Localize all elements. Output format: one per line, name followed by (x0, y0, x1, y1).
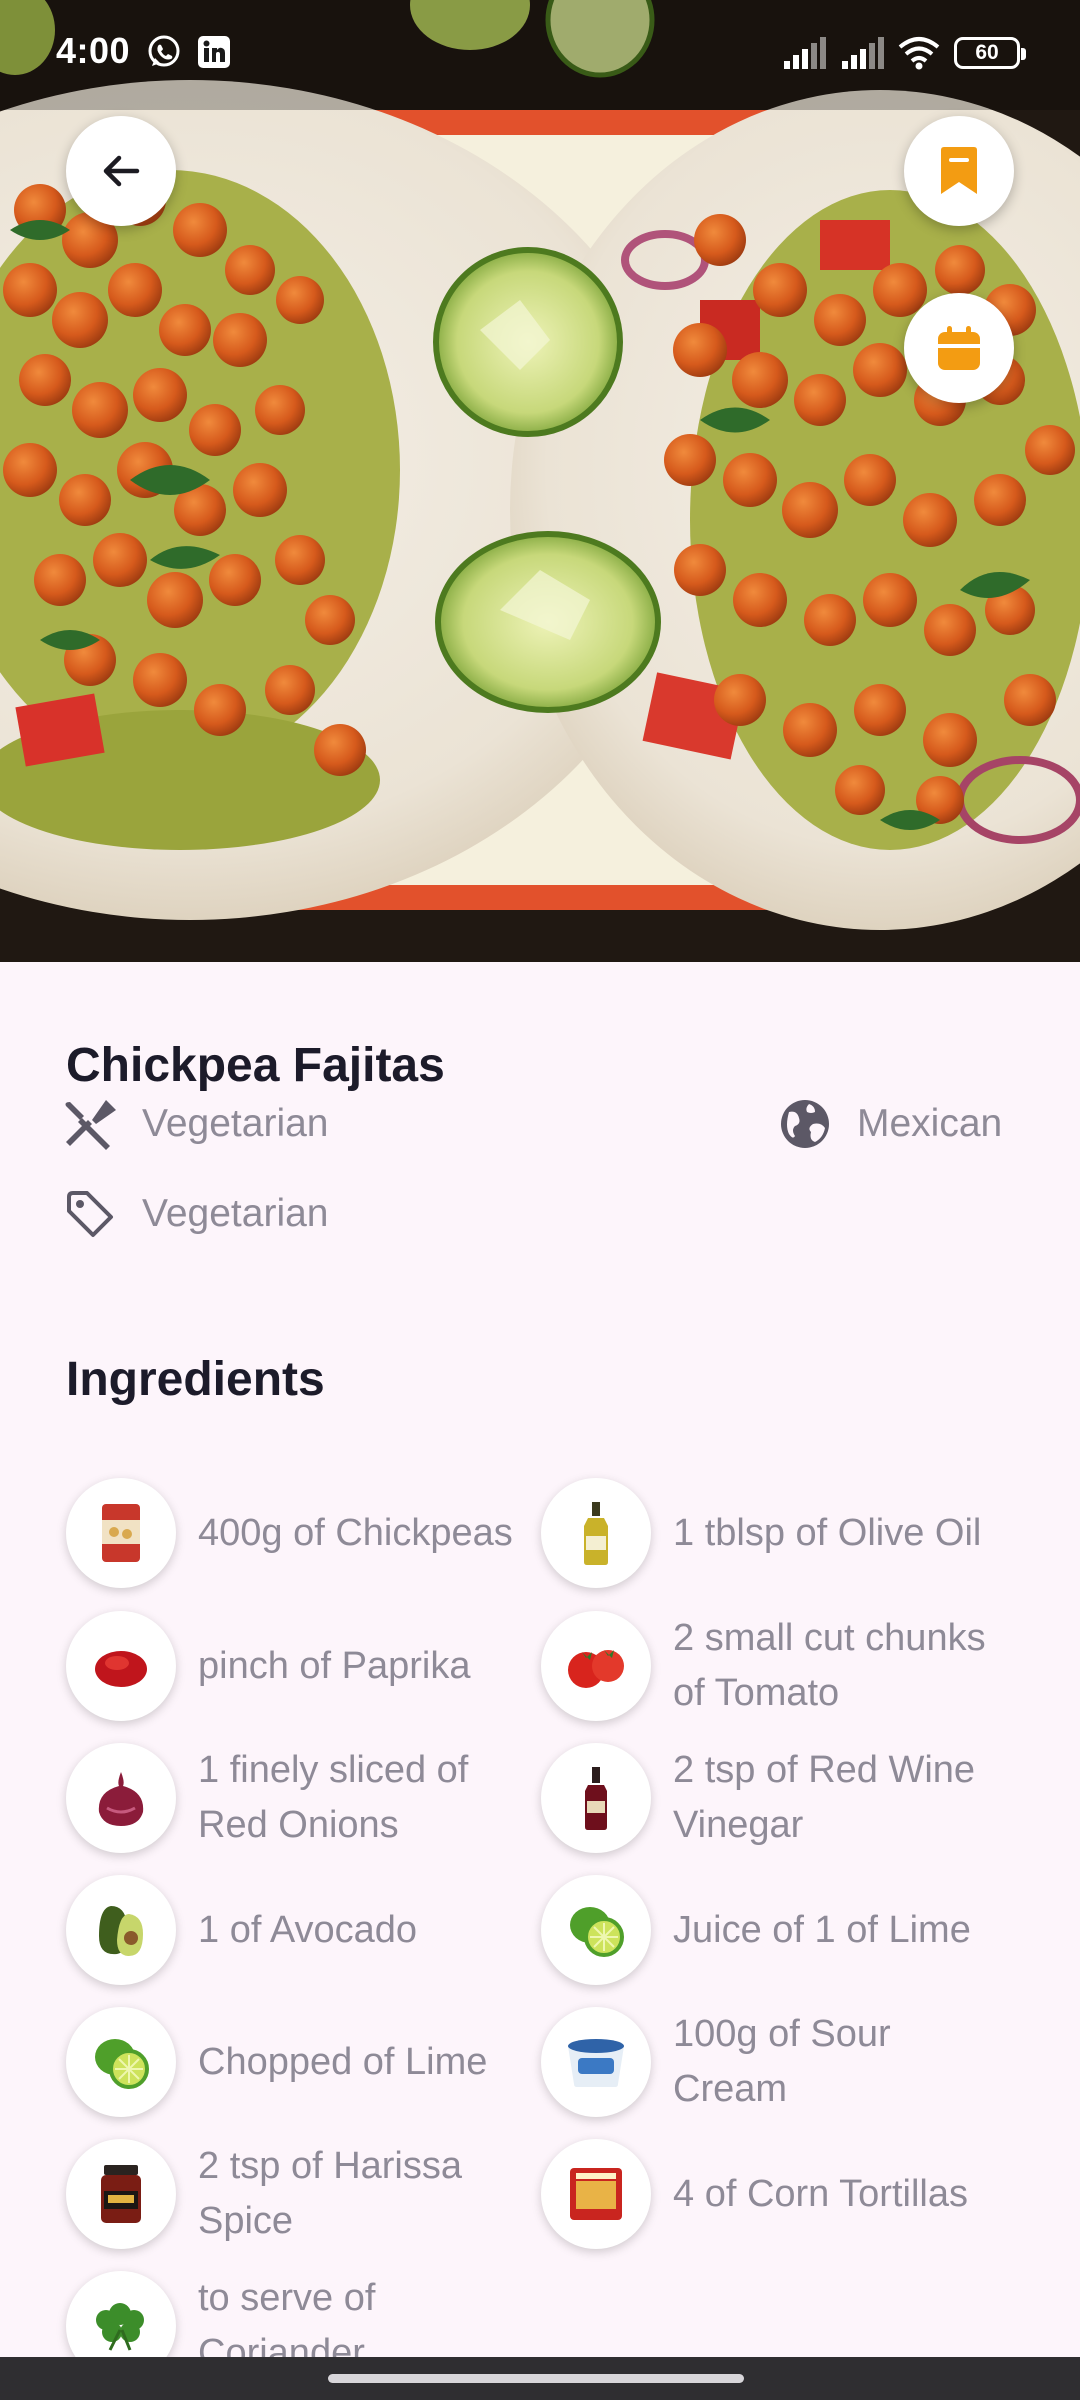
ingredient-text: 1 finely sliced of Red Onions (198, 1749, 469, 1846)
battery-icon: 60 (954, 37, 1026, 69)
recipe-tag: Vegetarian (62, 1186, 329, 1242)
coriander-icon (66, 2271, 176, 2357)
status-bar: 4:00 60 (0, 0, 1080, 108)
battery-level: 60 (975, 41, 999, 64)
ingredient-item: 1 tblsp of Olive Oil (541, 1473, 1011, 1593)
ingredient-text: 2 tsp of Harissa Spice (198, 2145, 462, 2242)
recipe-category-label: Vegetarian (142, 1102, 329, 1145)
globe-icon (777, 1096, 833, 1152)
tortillas-pack-icon (541, 2139, 651, 2249)
arrow-left-icon (103, 155, 140, 187)
ingredient-item: to serve of Coriander (66, 2266, 536, 2357)
ingredient-text: 400g of Chickpeas (198, 1511, 513, 1554)
harissa-jar-icon (66, 2139, 176, 2249)
paprika-icon (66, 1611, 176, 1721)
recipe-title: Chickpea Fajitas (66, 1039, 445, 1092)
home-indicator[interactable] (328, 2374, 744, 2383)
recipe-category: Vegetarian (62, 1096, 329, 1152)
fork-knife-icon (62, 1096, 118, 1152)
tag-icon (62, 1186, 118, 1242)
signal-icon (842, 37, 884, 69)
ingredient-text: 4 of Corn Tortillas (673, 2172, 968, 2215)
lime-icon (541, 1875, 651, 1985)
ingredient-item: 2 tsp of Harissa Spice (66, 2134, 536, 2254)
ingredient-text: 2 small cut chunks of Tomato (673, 1617, 986, 1714)
whatsapp-icon (148, 35, 180, 67)
status-time: 4:00 (56, 30, 131, 71)
ingredient-item: 100g of Sour Cream (541, 2002, 1011, 2122)
red-onion-icon (66, 1743, 176, 1853)
ingredient-text: to serve of Coriander (198, 2277, 376, 2357)
vinegar-bottle-icon (541, 1743, 651, 1853)
ingredient-item: 2 tsp of Red Wine Vinegar (541, 1738, 1011, 1858)
ingredient-item: Chopped of Lime (66, 2002, 536, 2122)
ingredient-item: pinch of Paprika (66, 1606, 536, 1726)
recipe-details: Chickpea Fajitas Vegetarian Mexican Vege… (0, 962, 1080, 2357)
bookmark-button[interactable] (904, 116, 1014, 226)
add-to-calendar-button[interactable] (904, 293, 1014, 403)
ingredient-item: 400g of Chickpeas (66, 1473, 536, 1593)
ingredient-text: pinch of Paprika (198, 1644, 471, 1687)
ingredient-text: 100g of Sour Cream (673, 2013, 891, 2110)
olive-oil-bottle-icon (541, 1478, 651, 1588)
ingredient-item: 4 of Corn Tortillas (541, 2134, 1011, 2254)
ingredients-title: Ingredients (66, 1353, 325, 1406)
linkedin-icon (198, 36, 230, 68)
ingredient-text: Chopped of Lime (198, 2040, 488, 2083)
ingredient-text: 2 tsp of Red Wine Vinegar (673, 1749, 976, 1846)
ingredient-item: 1 of Avocado (66, 1870, 536, 1990)
ingredient-text: 1 tblsp of Olive Oil (673, 1511, 982, 1554)
bookmark-icon (941, 147, 977, 194)
calendar-icon (938, 326, 980, 370)
avocado-icon (66, 1875, 176, 1985)
wifi-icon (898, 37, 940, 70)
ingredient-text: 1 of Avocado (198, 1908, 418, 1951)
signal-icon (784, 37, 826, 69)
ingredient-item: 2 small cut chunks of Tomato (541, 1606, 1011, 1726)
recipe-cuisine: Mexican (777, 1096, 1002, 1152)
ingredient-text: Juice of 1 of Lime (673, 1908, 971, 1951)
recipe-cuisine-label: Mexican (857, 1102, 1003, 1145)
recipe-tag-label: Vegetarian (142, 1192, 329, 1235)
sour-cream-icon (541, 2007, 651, 2117)
chickpeas-can-icon (66, 1478, 176, 1588)
system-navigation-bar (0, 2357, 1080, 2400)
ingredient-item: 1 finely sliced of Red Onions (66, 1738, 536, 1858)
tomato-icon (541, 1611, 651, 1721)
ingredient-item: Juice of 1 of Lime (541, 1870, 1011, 1990)
lime-icon (66, 2007, 176, 2117)
back-button[interactable] (66, 116, 176, 226)
